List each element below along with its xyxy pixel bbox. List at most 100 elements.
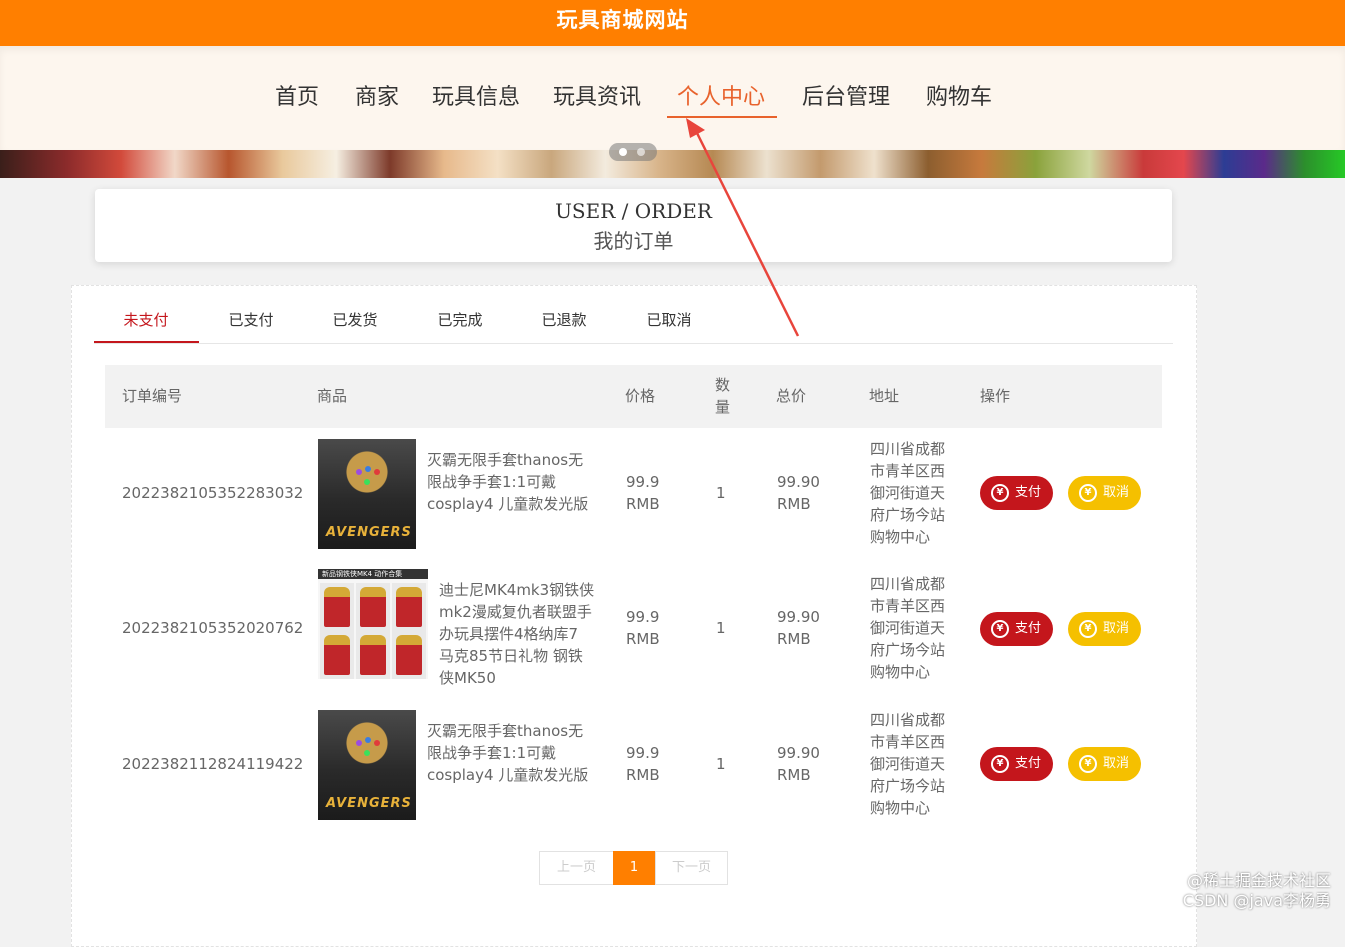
price-unit: RMB [626, 630, 660, 648]
price: 99.9 [626, 744, 660, 762]
product-name-line[interactable]: cosplay4 儿童款发光版 [427, 493, 588, 515]
pay-button-label: 支付 [1015, 621, 1042, 636]
column-header-total: 总价 [776, 387, 807, 405]
column-header-actions: 操作 [980, 387, 1011, 405]
watermark: @稀土掘金技术社区 CSDN @java李杨勇 [1183, 871, 1331, 911]
table-header: 订单编号 商品 价格 数量 总价 地址 操作 [105, 365, 1162, 428]
avengers-logo: AVENGERS [326, 796, 412, 811]
address-line: 御河街道天 [870, 619, 946, 637]
address-line: 府广场今站 [870, 777, 946, 795]
column-header-qty: 数量 [715, 376, 731, 416]
prev-page-button[interactable]: 上一页 [539, 851, 614, 885]
pay-button[interactable]: ¥ 支付 [980, 612, 1053, 646]
order-status-tabs: 未支付 已支付 已发货 已完成 已退款 已取消 [94, 300, 1173, 344]
watermark-line: CSDN @java李杨勇 [1182, 891, 1331, 910]
order-number: 2022382105352020762 [122, 619, 304, 637]
address-line: 四川省成都 [870, 575, 946, 593]
address-line: 府广场今站 [870, 641, 946, 659]
yen-coin-icon: ¥ [991, 620, 1009, 638]
column-header-order-no: 订单编号 [122, 387, 183, 405]
product-name-line[interactable]: 限战争手套1:1可戴 [427, 742, 556, 764]
product-name-line[interactable]: cosplay4 儿童款发光版 [427, 764, 588, 786]
banner-image [0, 150, 1345, 178]
price-unit: RMB [626, 766, 660, 784]
current-page[interactable]: 1 [613, 851, 655, 885]
column-header-address: 地址 [869, 387, 900, 405]
tab-paid[interactable]: 已支付 [199, 310, 303, 330]
cancel-button-label: 取消 [1103, 621, 1130, 636]
address-line: 府广场今站 [870, 506, 946, 524]
total-unit: RMB [777, 495, 811, 513]
tab-shipped[interactable]: 已发货 [303, 310, 407, 330]
page-title: 我的订单 [593, 229, 674, 253]
carousel-dot[interactable] [637, 148, 645, 156]
total-price: 99.90 [777, 744, 820, 762]
total-unit: RMB [777, 630, 811, 648]
avengers-logo: AVENGERS [326, 525, 412, 540]
product-image[interactable]: 新品钢铁侠MK4 动作合集 [318, 569, 428, 679]
product-image[interactable]: AVENGERS [318, 439, 416, 549]
price: 99.9 [626, 608, 660, 626]
nav-item-admin[interactable]: 后台管理 [802, 82, 890, 114]
product-name-line[interactable]: 灭霸无限手套thanos无 [427, 720, 583, 742]
price: 99.9 [626, 473, 660, 491]
pay-button-label: 支付 [1015, 756, 1042, 771]
total-price: 99.90 [777, 608, 820, 626]
cancel-button[interactable]: ¥ 取消 [1068, 476, 1141, 510]
nav-item-personal-center[interactable]: 个人中心 [677, 82, 765, 114]
page-title-en: USER / ORDER [555, 199, 712, 223]
cancel-button[interactable]: ¥ 取消 [1068, 747, 1141, 781]
cancel-button-label: 取消 [1103, 756, 1130, 771]
product-name-line[interactable]: mk2漫威复仇者联盟手 [439, 601, 592, 623]
site-title: 玩具商城网站 [556, 8, 689, 32]
address-line: 御河街道天 [870, 755, 946, 773]
quantity: 1 [716, 619, 726, 637]
tab-cancelled[interactable]: 已取消 [617, 310, 721, 330]
tab-refunded[interactable]: 已退款 [512, 310, 616, 330]
yen-coin-icon: ¥ [1079, 484, 1097, 502]
address-line: 四川省成都 [870, 711, 946, 729]
quantity: 1 [716, 755, 726, 773]
image-caption: 新品钢铁侠MK4 动作合集 [322, 570, 403, 578]
column-header-price: 价格 [625, 387, 656, 405]
product-name-line[interactable]: 灭霸无限手套thanos无 [427, 449, 583, 471]
address-line: 购物中心 [870, 528, 931, 546]
address-line: 市青羊区西 [870, 733, 946, 751]
yen-coin-icon: ¥ [991, 484, 1009, 502]
product-image[interactable]: AVENGERS [318, 710, 416, 820]
pay-button[interactable]: ¥ 支付 [980, 476, 1053, 510]
top-bar: 玩具商城网站 [0, 0, 1345, 46]
address-line: 市青羊区西 [870, 597, 946, 615]
product-name-line[interactable]: 办玩具摆件4格纳库7 [439, 623, 578, 645]
pay-button-label: 支付 [1015, 485, 1042, 500]
address-line: 市青羊区西 [870, 462, 946, 480]
product-name-line[interactable]: 侠MK50 [439, 667, 496, 689]
yen-coin-icon: ¥ [1079, 620, 1097, 638]
watermark-line: @稀土掘金技术社区 [1186, 871, 1331, 890]
cancel-button-label: 取消 [1103, 485, 1130, 500]
address-line: 御河街道天 [870, 484, 946, 502]
product-name-line[interactable]: 限战争手套1:1可戴 [427, 471, 556, 493]
yen-coin-icon: ¥ [991, 755, 1009, 773]
nav-item-cart[interactable]: 购物车 [926, 82, 992, 114]
pay-button[interactable]: ¥ 支付 [980, 747, 1053, 781]
address-line: 购物中心 [870, 663, 931, 681]
column-header-product: 商品 [317, 387, 348, 405]
nav-item-merchant[interactable]: 商家 [355, 82, 399, 114]
nav-item-home[interactable]: 首页 [275, 82, 319, 114]
order-number: 2022382112824119422 [122, 755, 304, 773]
tab-completed[interactable]: 已完成 [408, 310, 512, 330]
product-name-line[interactable]: 迪士尼MK4mk3钢铁侠 [439, 579, 594, 601]
nav-item-toy-news[interactable]: 玩具资讯 [553, 82, 641, 114]
cancel-button[interactable]: ¥ 取消 [1068, 612, 1141, 646]
quantity: 1 [716, 484, 726, 502]
total-unit: RMB [777, 766, 811, 784]
product-name-line[interactable]: 马克85节日礼物 钢铁 [439, 645, 583, 667]
tab-unpaid[interactable]: 未支付 [94, 310, 198, 330]
carousel-dots [609, 143, 657, 161]
carousel-dot-active[interactable] [619, 148, 627, 156]
next-page-button[interactable]: 下一页 [655, 851, 728, 885]
address-line: 四川省成都 [870, 440, 946, 458]
page-header-card: USER / ORDER 我的订单 [95, 189, 1172, 262]
nav-item-toy-info[interactable]: 玩具信息 [432, 82, 520, 114]
